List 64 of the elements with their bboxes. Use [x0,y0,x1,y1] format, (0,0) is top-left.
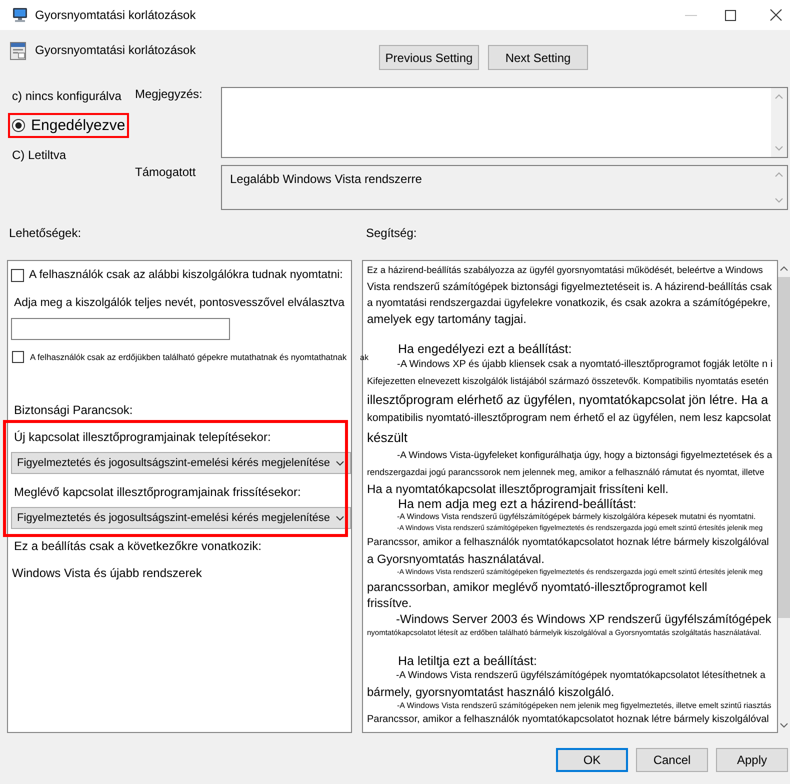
help-text: bármely, gyorsnyomtatást használó kiszolgáló. [367,684,614,700]
scrollbar-thumb[interactable] [778,277,790,618]
checkbox[interactable] [12,351,24,363]
option-label: Adja meg a kiszolgálók teljes nevét, pontosvesszővel elválasztva [14,296,344,310]
checkbox[interactable] [11,268,24,282]
radio-option[interactable]: C) Letiltva [12,148,66,162]
close-icon[interactable] [770,9,782,21]
chevron-down-icon[interactable] [780,722,788,728]
help-text: Ha a nyomtatókapcsolat illesztőprogramjait frissíteni kell. [367,481,668,497]
window-icon [10,42,26,60]
section-label: Lehetőségek: [9,226,82,240]
help-heading: Ha nem adja meg ezt a házirend-beállítást: [398,497,636,511]
help-text: -A Windows Vista rendszerű ügyfélszámítógépek bármely kiszolgálóra képesek mutatni és nyomtatni. [397,511,756,523]
text-fragment: ak [360,353,368,363]
help-text: frissítve. [367,595,412,611]
radio-option[interactable]: Engedélyezve [12,116,126,135]
dropdown[interactable]: Figyelmeztetés és jogosultságszint-emelési kérés megjelenítése [11,507,351,529]
window-title: Gyorsnyomtatási korlátozások [35,8,196,22]
section-heading: Biztonsági Parancsok: [14,403,133,417]
radio-selected-icon[interactable] [12,119,25,132]
help-text: -A Windows Vista-ügyfeleket konfigurálhatja úgy, hogy a biztonsági figyelmeztetések és a [397,449,772,463]
option-label: Ez a beállítás csak a következőkre vonatkozik: [14,539,262,553]
help-text: -Windows Server 2003 és Windows XP rendszerű ügyfélszámítógépek [396,611,772,627]
maximize-icon[interactable] [724,10,736,20]
dialog-button[interactable]: Apply [716,748,788,772]
requirement-text: Windows Vista és újabb rendszerek [12,566,202,580]
section-label: Segítség: [366,226,417,240]
help-text: készült [367,429,408,447]
setting-nav-button[interactable]: Next Setting [488,45,588,70]
input-field[interactable] [11,318,230,340]
help-text: illesztőprogram elérhető az ügyfélen, nyomtatókapcsolat jön létre. Ha a [367,391,768,409]
chevron-up-icon[interactable] [780,266,788,270]
dialog-button[interactable]: Cancel [636,748,708,772]
help-text: -A Windows Vista rendszerű ügyfélszámítógépek nyomtatókapcsolatot létesíthetnek a [396,669,766,683]
option-label: Új kapcsolat illesztőprogramjainak telepítésekor: [14,430,271,444]
help-text: Parancssor, amikor a felhasználók nyomtatókapcsolatot hoznak létre bármely kiszolgálóval [367,536,769,550]
help-heading: Ha letiltja ezt a beállítást: [398,654,537,668]
comment-label: Megjegyzés: [135,87,202,101]
supported-text: Legalább Windows Vista rendszerre [229,171,423,186]
supported-label: Támogatott [135,165,196,179]
radio-option[interactable]: c) nincs konfigurálva [12,89,122,103]
help-text: -A Windows XP és újabb kliensek csak a nyomtató-illesztőprogramot fogják letölte n i [397,358,773,372]
help-text: Vista rendszerű számítógépek biztonsági figyelmeztetéseit is. A házirend-beállítás csak [367,280,772,295]
monitor-icon [12,7,28,23]
help-text: parancssorban, amikor meglévő nyomtató-illesztőprogramot kell [367,579,708,595]
help-heading: Ha engedélyezi ezt a beállítást: [398,342,572,356]
dialog-button[interactable]: OK [556,748,628,772]
chevron-down-icon [336,460,344,466]
help-text: Parancssor, amikor a felhasználók nyomtatókapcsolatot hoznak létre bármely kiszolgálóval [367,713,769,727]
help-text: a nyomtatási rendszergazdai ügyfelekre vonatkozik, és csak azokra a számítógépekre, [367,296,770,311]
checkbox-label: A felhasználók csak az erdőjükben található gépekre mutathatnak és nyomtathatnak [30,351,347,363]
help-text: amelyek egy tartomány tagjai. [367,311,526,327]
help-text: -A Windows Vista rendszerű számítógépeken nem jelenik meg figyelmeztetés, illetve emelt szintű riasztás [397,700,772,712]
help-text: Ez a házirend-beállítás szabályozza az ügyfél gyorsnyomtatási működését, beleértve a Windows [367,264,763,277]
help-text: kompatibilis nyomtató-illesztőprogram nem érhető el az ügyfélen, nem lesz kapcsolat [367,411,771,426]
help-text: Kifejezetten elnevezett kiszolgálók listájából származó összetevők. Kompatibilis nyomtatás esetén [367,375,769,388]
checkbox-label: A felhasználók csak az alábbi kiszolgálókra tudnak nyomtatni: [29,268,343,282]
policy-title: Gyorsnyomtatási korlátozások [35,43,196,57]
chevron-down-icon [336,516,344,520]
help-text: a Gyorsnyomtatás használatával. [367,551,544,567]
dropdown[interactable]: Figyelmeztetés és jogosultságszint-emelési kérés megjelenítése [11,452,351,474]
option-label: Meglévő kapcsolat illesztőprogramjainak frissítésekor: [14,485,301,499]
setting-nav-button[interactable]: Previous Setting [379,45,479,70]
help-text: rendszergazdai jogú parancssorok nem jelennek meg, amikor a felhasználó rámutat és nyomtat, illetve [367,466,764,479]
